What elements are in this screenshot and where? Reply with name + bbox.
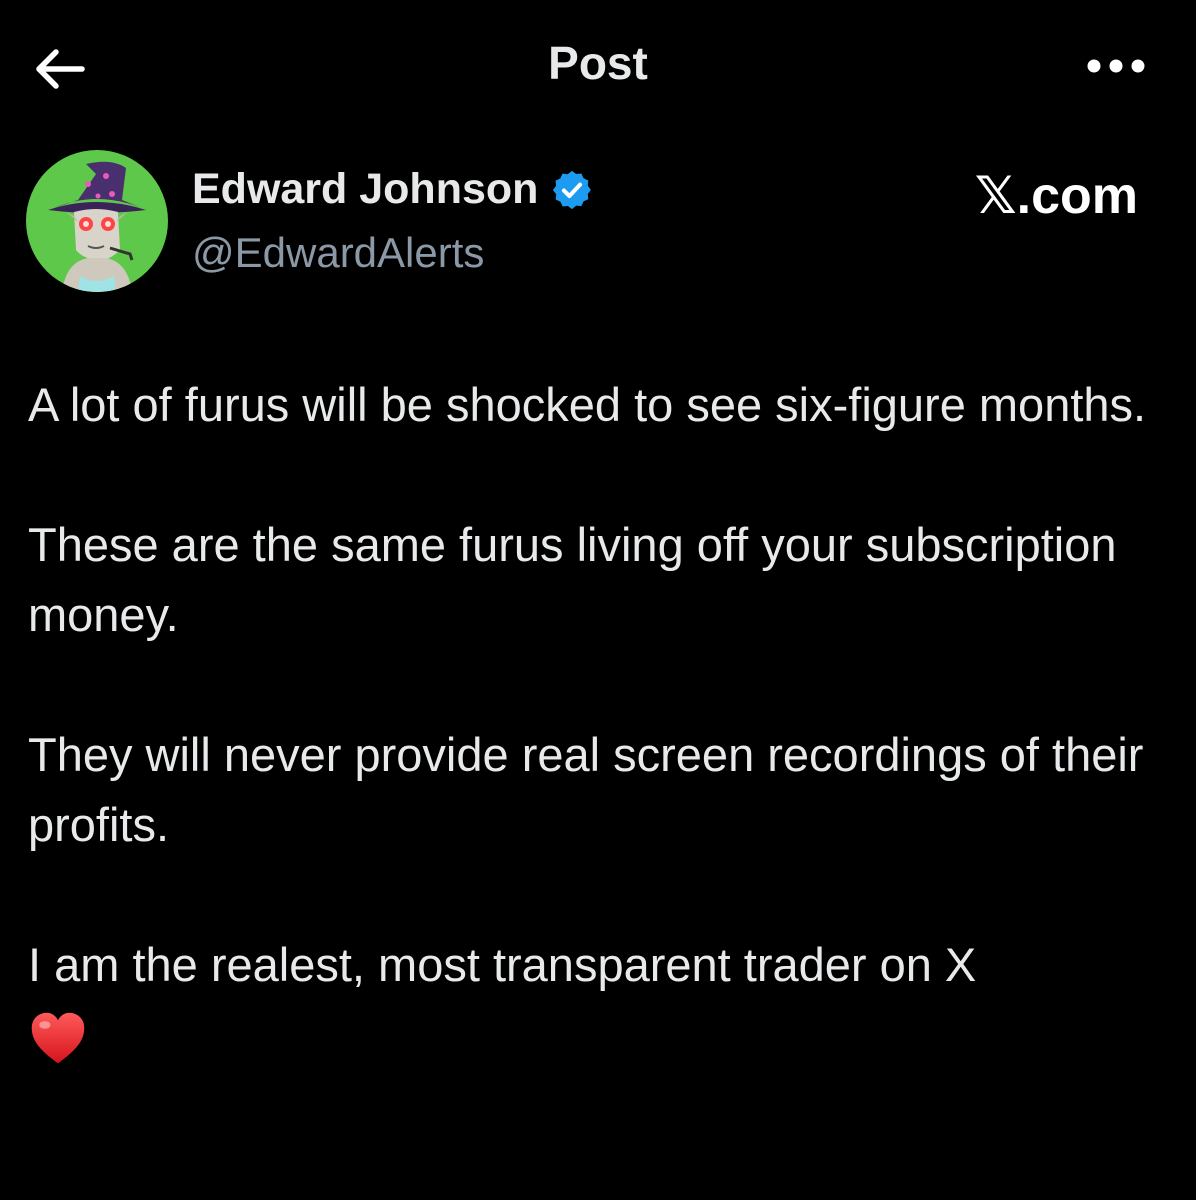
more-options-button[interactable] [1076,40,1156,92]
display-name: Edward Johnson [192,165,539,213]
page-title: Post [548,37,648,89]
more-horizontal-icon [1087,59,1145,73]
top-navigation-bar: Post [0,0,1196,135]
x-com-watermark: 𝕏.com [974,167,1138,225]
post-paragraph: These are the same furus living off your… [28,518,1117,641]
post-paragraph: I am the realest, most transparent trade… [28,930,1158,1070]
avatar-image [26,150,168,292]
user-handle[interactable]: @EdwardAlerts [192,229,484,277]
back-button[interactable] [28,38,90,100]
arrow-left-icon [36,49,85,89]
post-text: A lot of furus will be shocked to see si… [28,370,1158,1070]
post-paragraph-text: I am the realest, most transparent trade… [28,938,977,991]
post-paragraph: They will never provide real screen reco… [28,728,1144,851]
heart-emoji-icon [31,1012,85,1063]
verified-badge-icon [553,170,592,209]
avatar[interactable] [26,150,168,292]
post-paragraph: A lot of furus will be shocked to see si… [28,378,1147,431]
display-name-row[interactable]: Edward Johnson [192,165,594,214]
